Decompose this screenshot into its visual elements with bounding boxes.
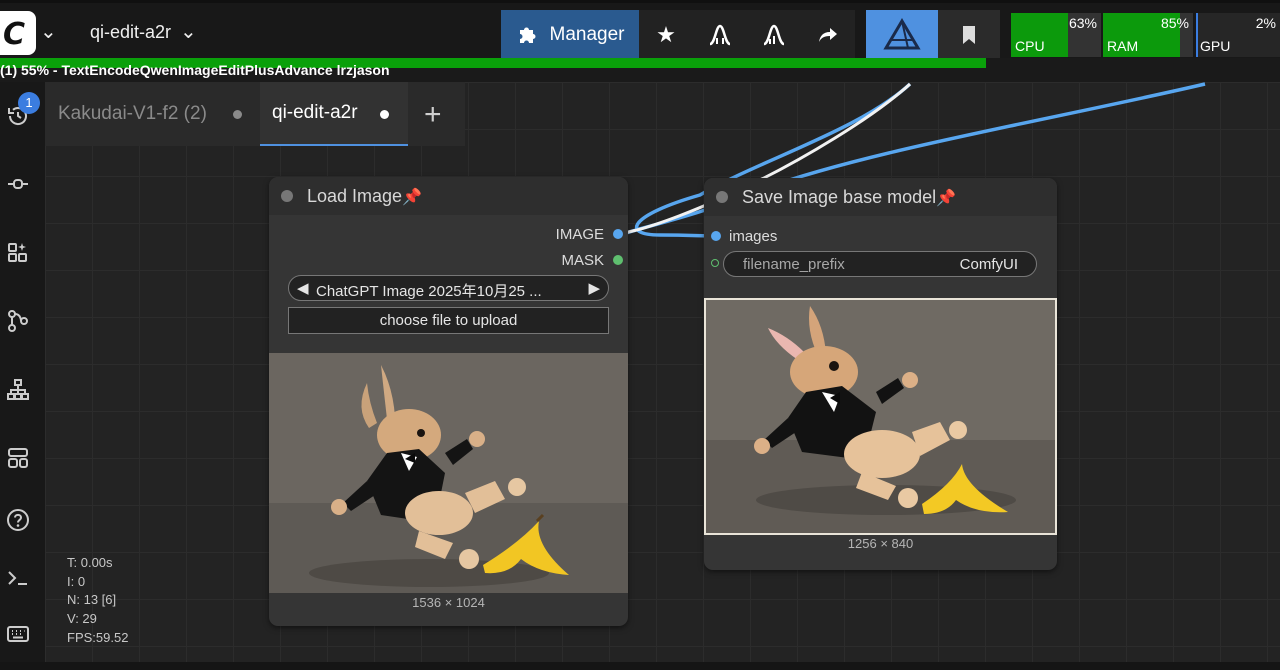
output-image-label: IMAGE — [555, 226, 604, 243]
terminal-button[interactable] — [4, 564, 32, 592]
keyboard-shortcuts-button[interactable] — [4, 620, 32, 648]
hierarchy-icon — [7, 379, 29, 400]
left-sidebar — [0, 82, 45, 662]
output-image-slot[interactable] — [613, 229, 623, 239]
input-images-slot[interactable] — [711, 231, 721, 241]
save-image-node[interactable]: Save Image base model📌 images filename_p… — [704, 178, 1057, 570]
filename-prefix-widget[interactable]: filename_prefix ComfyUI — [723, 251, 1037, 277]
unsaved-dot-icon — [233, 110, 242, 119]
output-image-preview — [704, 298, 1057, 535]
output-mask-label: MASK — [561, 252, 604, 269]
canvas-stats: T: 0.00s I: 0 N: 13 [6] V: 29 FPS:59.52 — [67, 554, 128, 648]
tab-qi-edit[interactable]: qi-edit-a2r — [260, 82, 408, 146]
queue-count-badge: 1 — [18, 92, 40, 114]
templates-button[interactable] — [4, 376, 32, 404]
rabbit-image — [706, 300, 1055, 533]
node-title: Save Image base model📌 — [742, 187, 956, 208]
nodes-library-button[interactable] — [4, 170, 32, 198]
new-tab-button[interactable]: + — [424, 98, 442, 132]
widget-name: filename_prefix — [743, 256, 845, 273]
node-status-dot[interactable] — [716, 191, 728, 203]
unsaved-dot-icon — [380, 110, 389, 119]
workflows-button[interactable] — [4, 307, 32, 335]
layout-icon — [8, 448, 28, 468]
widget-input-slot[interactable] — [711, 259, 719, 267]
stat-v: V: 29 — [67, 611, 97, 627]
model-library-button[interactable] — [4, 239, 32, 267]
load-image-node[interactable]: Load Image📌 IMAGE MASK ◀ ChatGPT Image 2… — [269, 177, 628, 626]
rabbit-image — [269, 353, 628, 593]
upload-button[interactable]: choose file to upload — [288, 307, 609, 334]
image-dimensions: 1256 × 840 — [847, 536, 914, 551]
tab-kakudai[interactable]: Kakudai-V1-f2 (2) — [45, 82, 259, 146]
node-header[interactable]: Load Image📌 — [269, 177, 628, 215]
comfyui-app: C ⌄ qi-edit-a2r ⌄ Manager ★ 63% CPU 85% … — [0, 0, 1280, 670]
node-title-text: Load Image — [307, 186, 403, 206]
stat-time: T: 0.00s — [67, 555, 113, 570]
node-header[interactable]: Save Image base model📌 — [704, 178, 1057, 216]
combo-left-arrow-icon[interactable]: ◀ — [297, 279, 309, 297]
combo-right-arrow-icon[interactable]: ▶ — [588, 279, 600, 297]
output-mask-slot[interactable] — [613, 255, 623, 265]
stat-fps: FPS:59.52 — [67, 629, 129, 645]
combo-value: ChatGPT Image 2025年10月25 ... — [316, 283, 542, 300]
node-title-text: Save Image base model — [742, 187, 937, 207]
preview-image — [269, 353, 628, 593]
bottom-strip — [0, 662, 1280, 670]
tab-label: qi-edit-a2r — [272, 102, 358, 123]
help-icon — [7, 509, 29, 531]
pin-icon: 📌 — [402, 189, 422, 206]
input-images-label: images — [729, 228, 778, 245]
node-title: Load Image📌 — [307, 186, 422, 207]
widget-value: ComfyUI — [959, 256, 1018, 273]
terminal-icon — [8, 571, 27, 585]
stat-nodes: N: 13 [6] — [67, 592, 117, 608]
node-status-dot[interactable] — [281, 190, 293, 202]
image-dimensions: 1536 × 1024 — [412, 595, 485, 610]
image-file-combo[interactable]: ◀ ChatGPT Image 2025年10月25 ... ▶ — [288, 275, 609, 301]
pin-icon: 📌 — [936, 190, 957, 207]
tab-label: Kakudai-V1-f2 (2) — [58, 103, 207, 124]
apps-sparkle-icon — [8, 243, 27, 262]
workflow-icon — [8, 310, 28, 332]
layout-button[interactable] — [4, 444, 32, 472]
help-button[interactable] — [4, 506, 32, 534]
workflow-tabs: Kakudai-V1-f2 (2) qi-edit-a2r + — [45, 82, 465, 146]
stat-i: I: 0 — [67, 573, 86, 589]
connector-icon — [8, 179, 28, 189]
keyboard-icon — [7, 626, 29, 642]
